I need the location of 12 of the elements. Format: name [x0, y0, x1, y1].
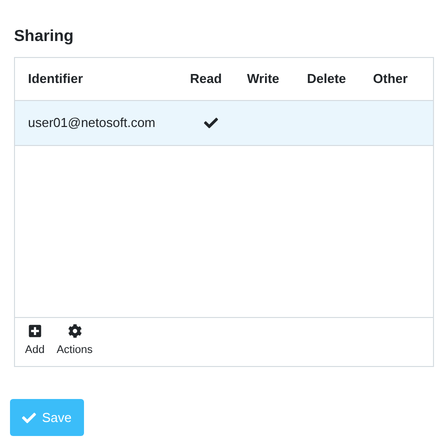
column-header: Other	[373, 71, 408, 86]
column-header: Delete	[307, 71, 346, 86]
column-header: Identifier	[28, 71, 83, 86]
column-header: Read	[190, 71, 222, 86]
table-cell: user01@netosoft.com	[28, 115, 156, 130]
actions-button[interactable]: Actions	[56, 324, 93, 358]
section-title: Sharing	[14, 28, 74, 45]
gear-icon	[68, 324, 82, 338]
add-button[interactable]: Add	[25, 324, 45, 358]
column-header: Write	[247, 71, 280, 86]
table-row[interactable]: user01@netosoft.com	[15, 101, 433, 146]
check-icon	[22, 410, 36, 424]
